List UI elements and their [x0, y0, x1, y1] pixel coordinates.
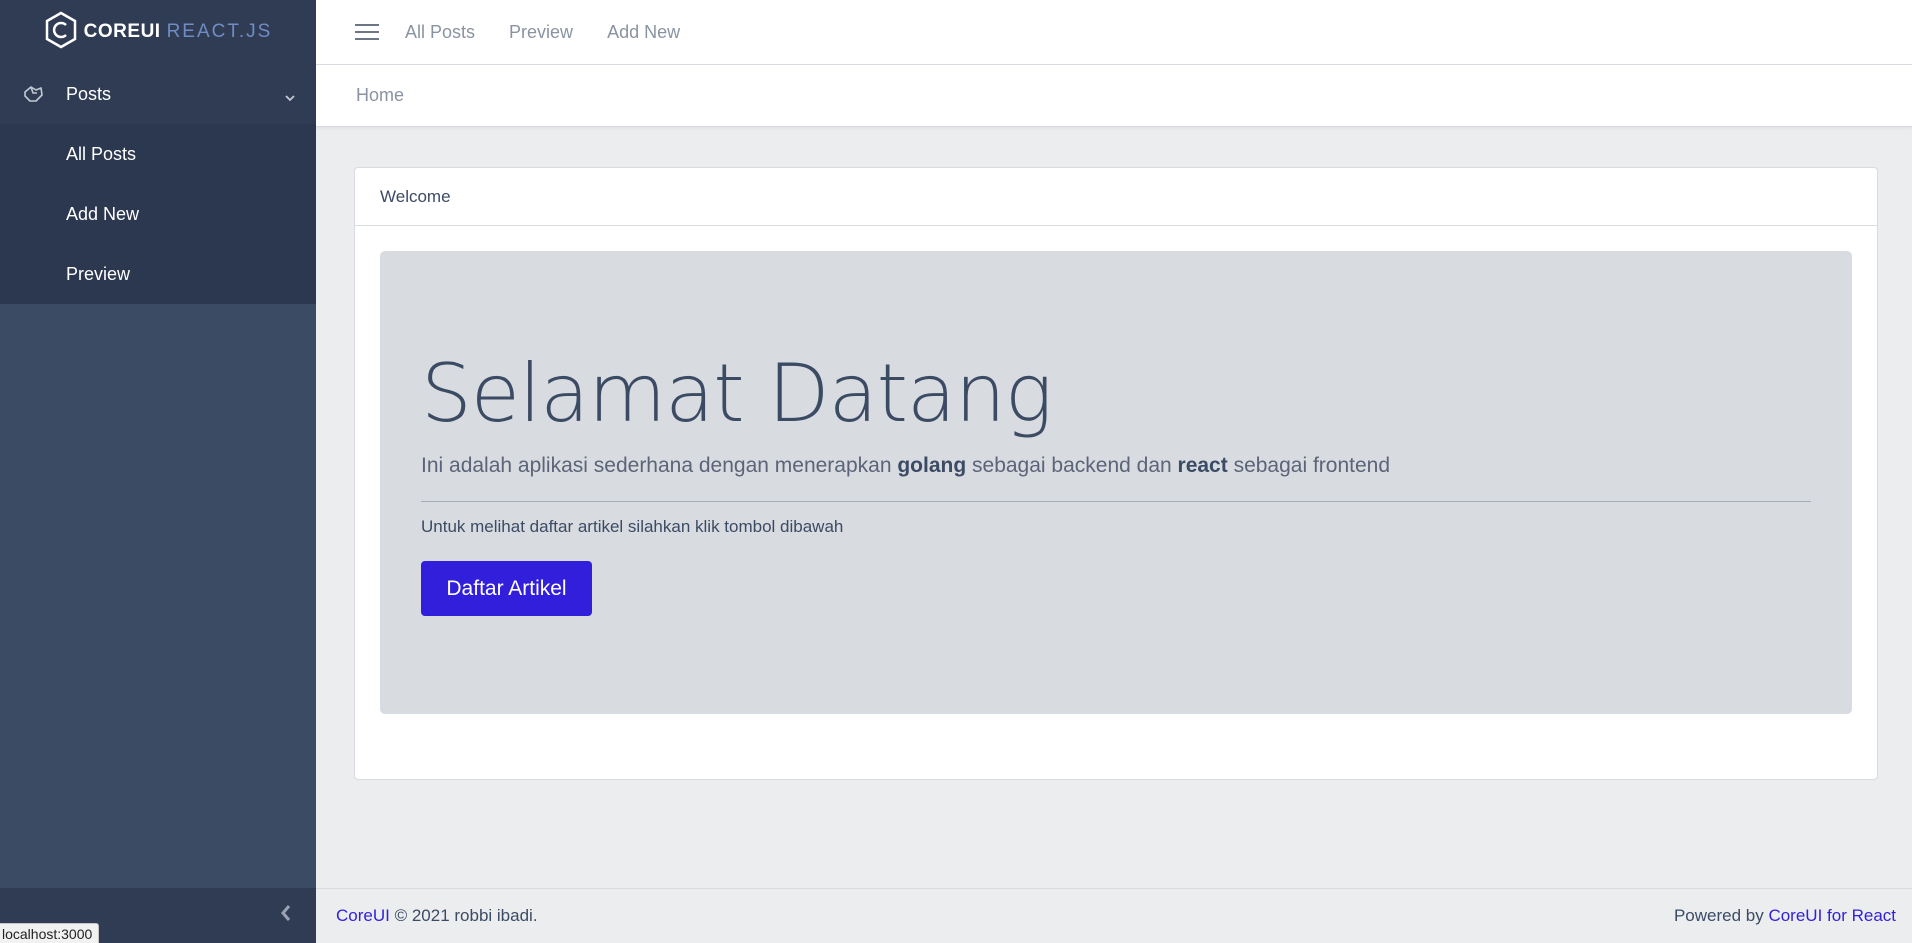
hamburger-menu-icon[interactable]: [355, 24, 379, 40]
brand-name-bold: COREUI: [83, 21, 161, 42]
puzzle-icon: [20, 84, 46, 104]
header-nav-all-posts[interactable]: All Posts: [405, 22, 475, 43]
footer: CoreUI © 2021 robbi ibadi. Powered by Co…: [316, 888, 1912, 943]
sidebar-item-label: Preview: [66, 263, 131, 284]
browser-status-url: localhost:3000: [0, 923, 100, 943]
footer-coreui-react-link[interactable]: CoreUI for React: [1768, 906, 1896, 925]
brand-name-light: REACT.JS: [166, 21, 273, 42]
header-nav-preview[interactable]: Preview: [509, 22, 573, 43]
page-heading: Selamat Datang: [421, 347, 1053, 440]
breadcrumb: Home: [316, 65, 1912, 127]
sidebar-group-toggle-posts[interactable]: Posts: [0, 64, 316, 124]
coreui-logo-icon: [44, 11, 78, 54]
sidebar-item-all-posts[interactable]: All Posts: [0, 124, 316, 184]
header-nav-add-new[interactable]: Add New: [607, 22, 680, 43]
footer-left: CoreUI © 2021 robbi ibadi.: [336, 906, 538, 926]
divider: [421, 501, 1811, 502]
card-title: Welcome: [355, 168, 1877, 226]
daftar-artikel-button[interactable]: Daftar Artikel: [421, 561, 592, 616]
footer-powered-text: Powered by: [1673, 906, 1769, 925]
footer-coreui-link[interactable]: CoreUI: [336, 906, 390, 925]
sidebar-item-add-new[interactable]: Add New: [0, 184, 316, 244]
sidebar-item-label: Add New: [66, 203, 140, 224]
sidebar-group-label: Posts: [66, 83, 112, 104]
sidebar-item-preview[interactable]: Preview: [0, 244, 316, 304]
welcome-card: Welcome Selamat Datang Ini adalah aplika…: [354, 167, 1878, 780]
instruction-text: Untuk melihat daftar artikel silahkan kl…: [421, 517, 844, 536]
lead-text: Ini adalah aplikasi sederhana dengan men…: [421, 454, 1390, 478]
lead-text-bold: golang: [897, 454, 967, 477]
sidebar-item-label: All Posts: [66, 143, 137, 164]
lead-text-part: sebagai frontend: [1227, 454, 1391, 477]
jumbotron: Selamat Datang Ini adalah aplikasi seder…: [380, 251, 1852, 714]
lead-text-part: sebagai backend dan: [966, 454, 1178, 477]
sidebar: COREUI REACT.JS Posts All Posts Add New …: [0, 0, 316, 943]
lead-text-bold: react: [1177, 454, 1228, 477]
header: All Posts Preview Add New: [316, 0, 1912, 65]
sidebar-group-posts: Posts All Posts Add New Preview: [0, 64, 316, 304]
footer-right: Powered by CoreUI for React: [1674, 906, 1896, 926]
chevron-left-icon: [280, 904, 292, 927]
breadcrumb-home: Home: [356, 85, 405, 105]
chevron-down-icon: [284, 86, 296, 107]
lead-text-part: Ini adalah aplikasi sederhana dengan men…: [421, 454, 898, 477]
footer-copyright: © 2021 robbi ibadi.: [389, 906, 538, 925]
sidebar-brand[interactable]: COREUI REACT.JS: [0, 0, 316, 64]
